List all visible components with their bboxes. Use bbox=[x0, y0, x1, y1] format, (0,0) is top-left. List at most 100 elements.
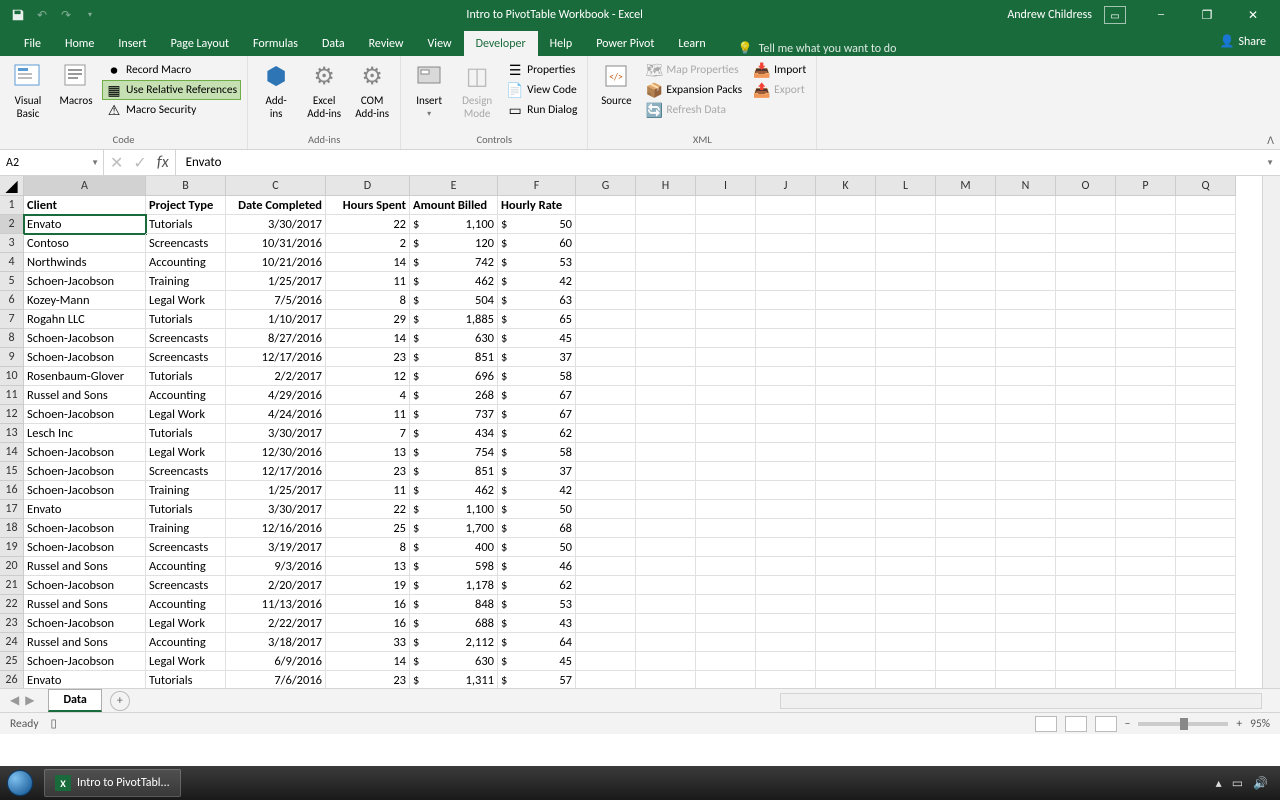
column-header-F[interactable]: F bbox=[498, 176, 576, 196]
cell[interactable] bbox=[1056, 329, 1116, 348]
row-header[interactable]: 16 bbox=[0, 481, 24, 500]
cell[interactable] bbox=[756, 614, 816, 633]
cancel-icon[interactable]: ✕ bbox=[110, 153, 123, 173]
horizontal-scrollbar[interactable] bbox=[780, 693, 1262, 709]
cell[interactable] bbox=[696, 234, 756, 253]
import-button[interactable]: 📥Import bbox=[750, 60, 810, 80]
cell[interactable] bbox=[936, 481, 996, 500]
column-header-K[interactable]: K bbox=[816, 176, 876, 196]
refresh-data-button[interactable]: 🔄Refresh Data bbox=[642, 100, 746, 120]
cell[interactable] bbox=[1056, 367, 1116, 386]
cell[interactable] bbox=[996, 633, 1056, 652]
cell[interactable] bbox=[636, 538, 696, 557]
row-header[interactable]: 3 bbox=[0, 234, 24, 253]
row-header[interactable]: 11 bbox=[0, 386, 24, 405]
cell[interactable]: 1/25/2017 bbox=[226, 272, 326, 291]
row-header[interactable]: 22 bbox=[0, 595, 24, 614]
cell[interactable]: $60 bbox=[498, 234, 576, 253]
cell[interactable]: Schoen-Jacobson bbox=[24, 443, 146, 462]
cell[interactable] bbox=[576, 234, 636, 253]
tab-data[interactable]: Data bbox=[310, 31, 357, 56]
system-tray[interactable]: ▴ ▭ 🔊 bbox=[1216, 776, 1280, 791]
cell[interactable] bbox=[1176, 291, 1236, 310]
cell[interactable] bbox=[1056, 557, 1116, 576]
cell[interactable] bbox=[996, 405, 1056, 424]
row-header[interactable]: 6 bbox=[0, 291, 24, 310]
cell[interactable]: $268 bbox=[410, 386, 498, 405]
cell[interactable] bbox=[936, 652, 996, 671]
cell[interactable] bbox=[876, 538, 936, 557]
visual-basic-button[interactable]: Visual Basic bbox=[6, 58, 50, 122]
cell[interactable]: $630 bbox=[410, 652, 498, 671]
cell[interactable] bbox=[816, 405, 876, 424]
cell[interactable]: 3/30/2017 bbox=[226, 500, 326, 519]
cell[interactable]: Russel and Sons bbox=[24, 633, 146, 652]
cell[interactable] bbox=[816, 291, 876, 310]
row-header[interactable]: 26 bbox=[0, 671, 24, 688]
cell[interactable] bbox=[876, 443, 936, 462]
cell[interactable] bbox=[696, 291, 756, 310]
cell[interactable]: 2 bbox=[326, 234, 410, 253]
cell[interactable] bbox=[636, 367, 696, 386]
cell[interactable]: $37 bbox=[498, 348, 576, 367]
cell[interactable]: Envato bbox=[24, 671, 146, 688]
cell[interactable]: 23 bbox=[326, 462, 410, 481]
cell[interactable]: $630 bbox=[410, 329, 498, 348]
cell[interactable]: 14 bbox=[326, 652, 410, 671]
cell[interactable] bbox=[696, 386, 756, 405]
cell[interactable]: $120 bbox=[410, 234, 498, 253]
cell[interactable] bbox=[636, 424, 696, 443]
cell[interactable] bbox=[576, 348, 636, 367]
cell[interactable] bbox=[696, 367, 756, 386]
row-header[interactable]: 9 bbox=[0, 348, 24, 367]
cell[interactable] bbox=[1116, 310, 1176, 329]
cell[interactable] bbox=[576, 462, 636, 481]
column-header-I[interactable]: I bbox=[696, 176, 756, 196]
cell[interactable]: Envato bbox=[24, 215, 146, 234]
row-header[interactable]: 13 bbox=[0, 424, 24, 443]
cell[interactable] bbox=[636, 519, 696, 538]
cell[interactable]: Tutorials bbox=[146, 215, 226, 234]
cell[interactable]: $1,100 bbox=[410, 500, 498, 519]
cell[interactable] bbox=[636, 234, 696, 253]
cell[interactable]: $50 bbox=[498, 538, 576, 557]
cell[interactable] bbox=[816, 253, 876, 272]
cell[interactable] bbox=[576, 196, 636, 215]
cell[interactable] bbox=[996, 614, 1056, 633]
cell[interactable] bbox=[996, 538, 1056, 557]
tab-file[interactable]: File bbox=[12, 31, 53, 56]
cell[interactable] bbox=[1116, 272, 1176, 291]
cell[interactable] bbox=[1056, 348, 1116, 367]
cell[interactable]: Lesch Inc bbox=[24, 424, 146, 443]
cell[interactable] bbox=[696, 196, 756, 215]
column-header-G[interactable]: G bbox=[576, 176, 636, 196]
tray-chevron-icon[interactable]: ▴ bbox=[1216, 776, 1222, 791]
tab-power-pivot[interactable]: Power Pivot bbox=[584, 31, 666, 56]
column-header-O[interactable]: O bbox=[1056, 176, 1116, 196]
cell[interactable]: Schoen-Jacobson bbox=[24, 481, 146, 500]
sheet-tab-data[interactable]: Data bbox=[48, 689, 101, 712]
cell[interactable]: 1/25/2017 bbox=[226, 481, 326, 500]
cell[interactable]: $42 bbox=[498, 272, 576, 291]
cell[interactable]: 14 bbox=[326, 253, 410, 272]
cell[interactable]: 7/6/2016 bbox=[226, 671, 326, 688]
cell[interactable] bbox=[1056, 291, 1116, 310]
row-header[interactable]: 2 bbox=[0, 215, 24, 234]
cell[interactable] bbox=[1056, 462, 1116, 481]
cell[interactable]: $851 bbox=[410, 348, 498, 367]
cell[interactable] bbox=[696, 633, 756, 652]
close-button[interactable]: ✕ bbox=[1230, 0, 1276, 30]
cell[interactable]: $754 bbox=[410, 443, 498, 462]
column-header-B[interactable]: B bbox=[146, 176, 226, 196]
cell[interactable] bbox=[816, 595, 876, 614]
cell[interactable] bbox=[1176, 215, 1236, 234]
redo-icon[interactable]: ↷ bbox=[54, 3, 78, 27]
cell[interactable] bbox=[996, 557, 1056, 576]
cell[interactable]: Hours Spent bbox=[326, 196, 410, 215]
cell[interactable]: Envato bbox=[24, 500, 146, 519]
cell[interactable] bbox=[936, 595, 996, 614]
cell[interactable] bbox=[816, 310, 876, 329]
row-header[interactable]: 1 bbox=[0, 196, 24, 215]
cell[interactable] bbox=[936, 671, 996, 688]
cell[interactable] bbox=[1056, 500, 1116, 519]
